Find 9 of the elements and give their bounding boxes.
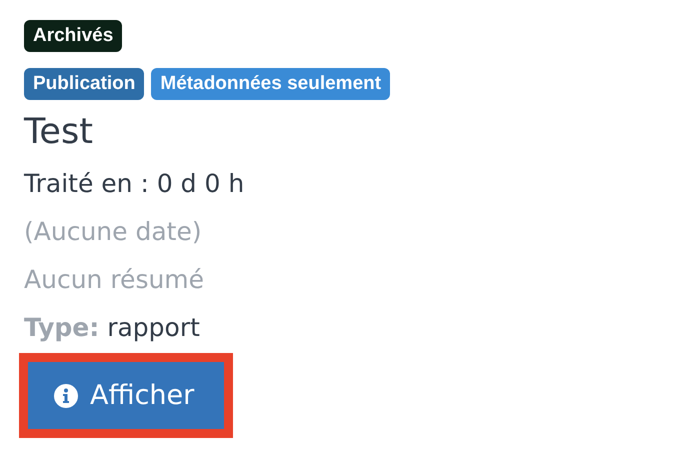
type-text: Type: rapport	[24, 314, 201, 342]
status-badge: Archivés	[24, 20, 122, 52]
tag-badge: Métadonnées seulement	[151, 68, 390, 100]
date-text: (Aucune date)	[24, 218, 203, 246]
summary-text: Aucun résumé	[24, 266, 206, 294]
record-title: Test	[24, 111, 94, 154]
tag-badge: Publication	[24, 68, 144, 100]
info-icon	[54, 384, 78, 408]
processing-time: Traité en : 0 d 0 h	[24, 170, 246, 198]
